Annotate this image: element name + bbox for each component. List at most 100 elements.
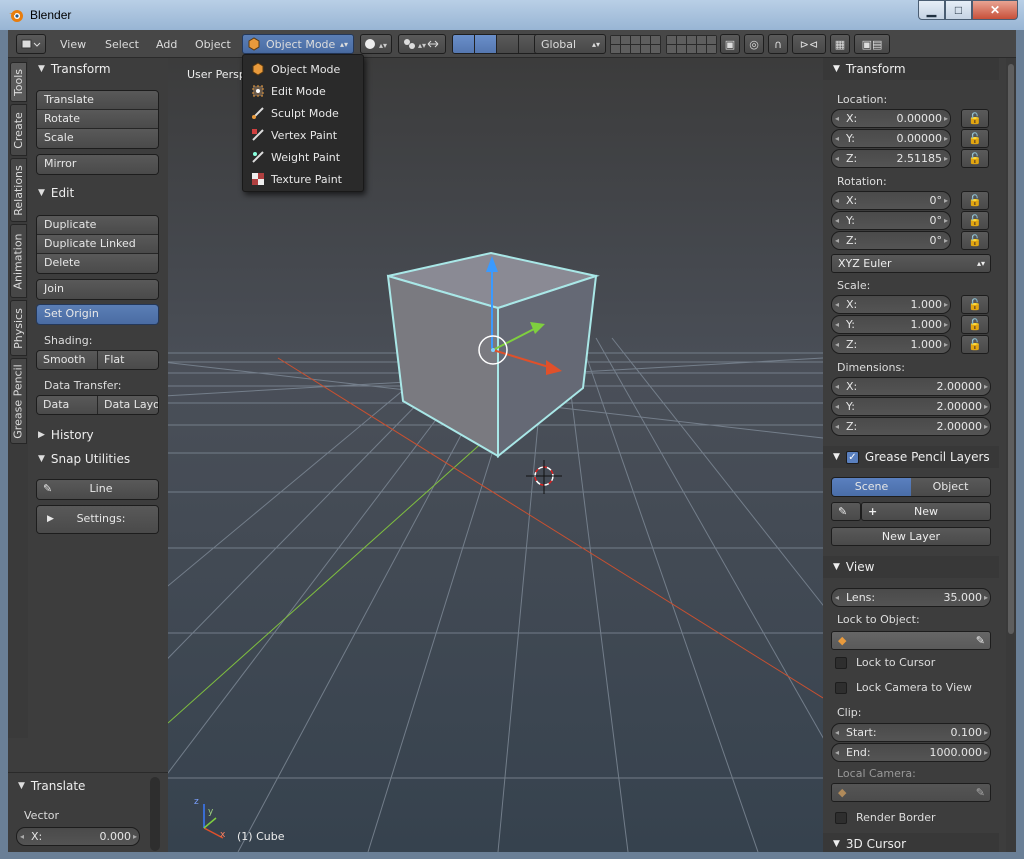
location-z-field[interactable]: Z:2.51185 — [831, 149, 951, 168]
layers-grid-right[interactable] — [666, 35, 717, 54]
minimize-button[interactable]: ▁ — [918, 0, 945, 20]
tab-create[interactable]: Create — [10, 104, 27, 156]
flat-button[interactable]: Flat — [98, 351, 158, 369]
lock-icon[interactable]: 🔓 — [961, 231, 989, 250]
gp-datablock-selector[interactable]: ✎ — [831, 502, 861, 521]
local-camera-field[interactable]: ◆ ✎ — [831, 783, 991, 802]
properties-scrollbar[interactable] — [1006, 58, 1016, 852]
maximize-button[interactable]: □ — [945, 0, 972, 20]
orientation-selector[interactable]: Global ▴▾ — [534, 34, 606, 54]
menu-object[interactable]: Object — [195, 38, 231, 51]
history-panel-header[interactable]: ▶ History — [28, 424, 168, 446]
dimensions-z-field[interactable]: Z:2.00000 — [831, 417, 991, 436]
location-y-field[interactable]: Y:0.00000 — [831, 129, 951, 148]
duplicate-linked-button[interactable]: Duplicate Linked — [37, 235, 158, 254]
lock-icon[interactable]: 🔓 — [961, 149, 989, 168]
rotate-manipulator-icon[interactable] — [497, 35, 519, 53]
editor-type-button[interactable] — [16, 34, 46, 54]
gp-new-button[interactable]: + New — [861, 502, 991, 521]
menu-item-vertex-paint[interactable]: Vertex Paint — [251, 125, 337, 145]
menu-select[interactable]: Select — [105, 38, 139, 51]
menu-item-object-mode[interactable]: Object Mode — [251, 59, 340, 79]
translate-manipulator-icon[interactable] — [475, 35, 497, 53]
lock-icon[interactable]: 🔓 — [961, 129, 989, 148]
layers-grid-left[interactable] — [610, 35, 661, 54]
eyedropper-icon[interactable]: ✎ — [976, 632, 985, 649]
tab-grease-pencil[interactable]: Grease Pencil — [10, 358, 27, 444]
lock-icon[interactable]: 🔓 — [961, 211, 989, 230]
scale-y-field[interactable]: Y:1.000 — [831, 315, 951, 334]
operator-panel-header[interactable]: ▼ Translate — [8, 775, 158, 797]
render-opengl-icon[interactable]: ▦ — [830, 34, 850, 54]
3d-cursor-panel-header[interactable]: ▼ 3D Cursor — [823, 833, 999, 852]
translate-button[interactable]: Translate — [37, 91, 158, 110]
rotation-y-field[interactable]: Y:0° — [831, 211, 951, 230]
rotate-button[interactable]: Rotate — [37, 110, 158, 129]
join-button[interactable]: Join — [37, 280, 158, 299]
checkbox-checked-icon[interactable]: ✓ — [845, 450, 859, 464]
tab-relations[interactable]: Relations — [10, 158, 27, 222]
lock-icon[interactable]: 🔓 — [961, 315, 989, 334]
snap-toggle-icon[interactable]: ∩ — [768, 34, 788, 54]
scale-z-field[interactable]: Z:1.000 — [831, 335, 951, 354]
lock-to-cursor-checkbox[interactable]: Lock to Cursor — [835, 656, 935, 669]
delete-button[interactable]: Delete — [37, 254, 158, 273]
pivot-selector[interactable]: ▴▾ — [398, 34, 446, 54]
proportional-edit-icon[interactable]: ◎ — [744, 34, 764, 54]
gp-scene-button[interactable]: Scene — [832, 478, 911, 496]
vector-x-field[interactable]: X:0.000 — [16, 827, 140, 846]
close-button[interactable]: ✕ — [972, 0, 1018, 20]
transform-panel-header[interactable]: ▼ Transform — [28, 58, 168, 80]
scale-x-field[interactable]: X:1.000 — [831, 295, 951, 314]
menu-add[interactable]: Add — [156, 38, 177, 51]
tab-tools[interactable]: Tools — [10, 62, 27, 102]
lock-icon[interactable]: 🔓 — [961, 335, 989, 354]
manipulator-toggle-icon[interactable] — [453, 35, 475, 53]
duplicate-button[interactable]: Duplicate — [37, 216, 158, 235]
transform-properties-header[interactable]: ▼ Transform — [823, 58, 999, 80]
menu-view[interactable]: View — [60, 38, 86, 51]
settings-button[interactable]: ▶ Settings: — [37, 506, 158, 533]
grease-pencil-layers-header[interactable]: ▼ ✓ Grease Pencil Layers — [823, 446, 999, 468]
lock-camera-to-view-checkbox[interactable]: Lock Camera to View — [835, 681, 972, 694]
snap-element-icon[interactable]: ⊳⊲ — [792, 34, 826, 54]
view-panel-header[interactable]: ▼ View — [823, 556, 999, 578]
data-button[interactable]: Data — [37, 396, 98, 414]
rotation-mode-selector[interactable]: XYZ Euler ▴▾ — [831, 254, 991, 273]
lock-camera-layers-icon[interactable]: ▣ — [720, 34, 740, 54]
operator-scrollbar[interactable] — [150, 777, 160, 851]
lock-icon[interactable]: 🔓 — [961, 191, 989, 210]
tab-animation[interactable]: Animation — [10, 224, 27, 298]
shading-selector[interactable]: ▴▾ — [360, 34, 392, 54]
gp-new-layer-button[interactable]: New Layer — [831, 527, 991, 546]
mirror-button[interactable]: Mirror — [37, 155, 158, 174]
scale-button[interactable]: Scale — [37, 129, 158, 148]
dimensions-x-field[interactable]: X:2.00000 — [831, 377, 991, 396]
data-layout-button[interactable]: Data Layo — [98, 396, 158, 414]
rotation-z-field[interactable]: Z:0° — [831, 231, 951, 250]
lock-icon[interactable]: 🔓 — [961, 109, 989, 128]
render-border-checkbox[interactable]: Render Border — [835, 811, 936, 824]
line-button[interactable]: ✎ Line — [37, 480, 158, 499]
tab-physics[interactable]: Physics — [10, 300, 27, 356]
gp-object-button[interactable]: Object — [911, 478, 990, 496]
eyedropper-icon[interactable]: ✎ — [976, 784, 985, 801]
menu-item-texture-paint[interactable]: Texture Paint — [251, 169, 342, 189]
snap-utilities-header[interactable]: ▼ Snap Utilities — [28, 448, 168, 470]
render-animation-icon[interactable]: ▣▤ — [854, 34, 890, 54]
location-x-field[interactable]: X:0.00000 — [831, 109, 951, 128]
menu-item-sculpt-mode[interactable]: Sculpt Mode — [251, 103, 339, 123]
rotation-x-field[interactable]: X:0° — [831, 191, 951, 210]
clip-end-field[interactable]: End:1000.000 — [831, 743, 991, 762]
lens-field[interactable]: Lens:35.000 — [831, 588, 991, 607]
menu-item-edit-mode[interactable]: Edit Mode — [251, 81, 326, 101]
clip-start-field[interactable]: Start:0.100 — [831, 723, 991, 742]
lock-icon[interactable]: 🔓 — [961, 295, 989, 314]
dimensions-y-field[interactable]: Y:2.00000 — [831, 397, 991, 416]
lock-object-field[interactable]: ◆ ✎ — [831, 631, 991, 650]
smooth-button[interactable]: Smooth — [37, 351, 98, 369]
set-origin-button[interactable]: Set Origin — [37, 305, 158, 324]
menu-item-weight-paint[interactable]: Weight Paint — [251, 147, 340, 167]
mode-selector[interactable]: Object Mode ▴▾ — [242, 34, 354, 54]
edit-panel-header[interactable]: ▼ Edit — [28, 182, 168, 204]
